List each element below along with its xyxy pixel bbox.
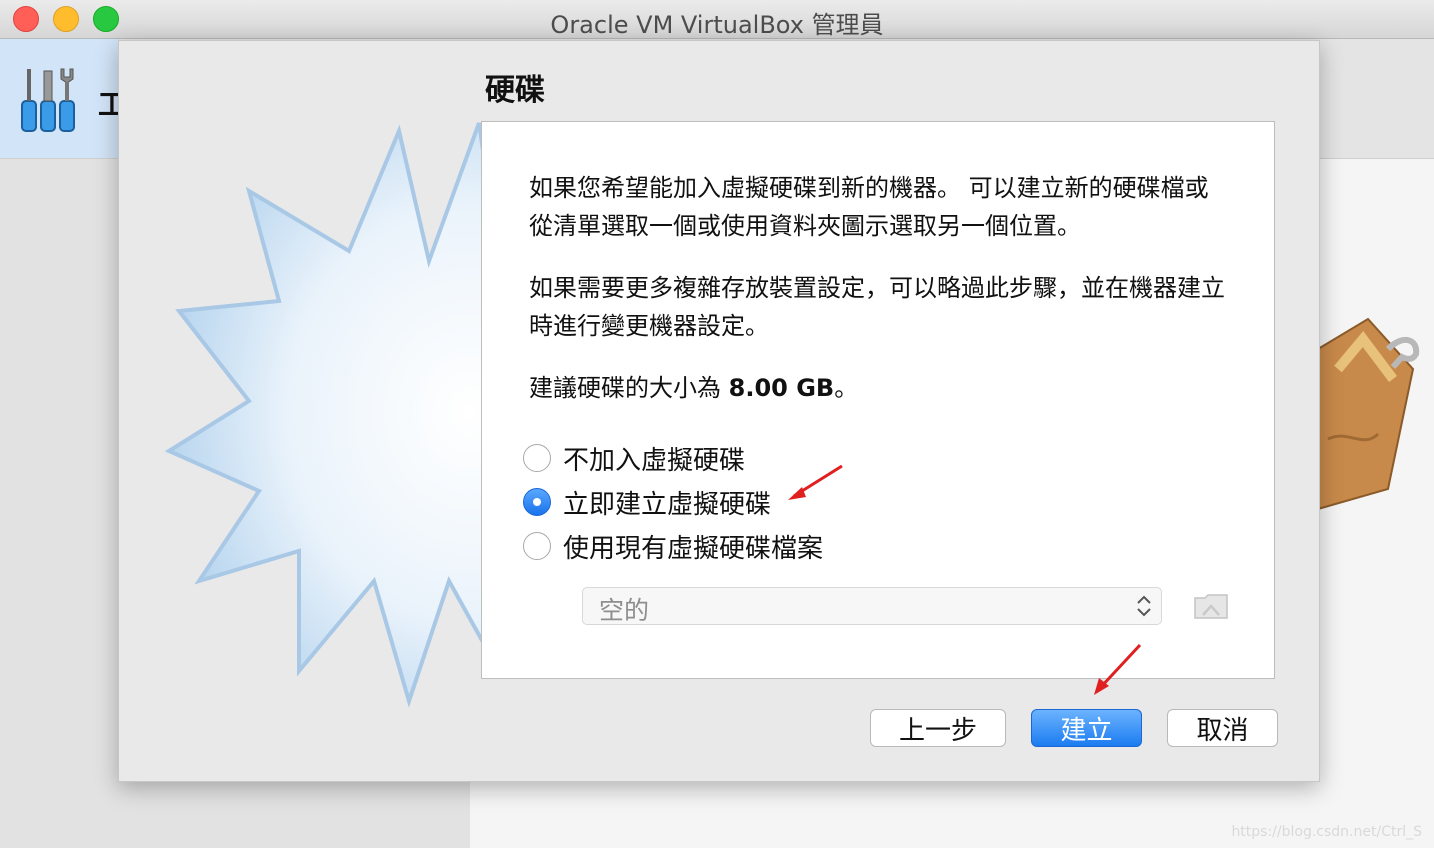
- window-title: Oracle VM VirtualBox 管理員: [550, 11, 884, 39]
- recommended-size-prefix: 建議硬碟的大小為: [529, 374, 729, 402]
- recommended-size-suffix: 。: [834, 374, 859, 402]
- toolbox-illustration: [1317, 317, 1420, 511]
- tools-sidebar-item[interactable]: 工: [0, 39, 126, 158]
- intro-paragraph: 如果您希望能加入虛擬硬碟到新的機器。 可以建立新的硬碟檔或從清單選取一個或使用資…: [529, 174, 1209, 240]
- tools-icon: [21, 68, 75, 132]
- choose-file-folder-icon[interactable]: [1193, 590, 1229, 624]
- option-create-disk[interactable]: 立即建立虛擬硬碟: [523, 484, 771, 520]
- radio-button-selected[interactable]: [523, 488, 551, 516]
- chevron-up-down-icon: [1137, 595, 1151, 617]
- dialog-title: 硬碟: [485, 73, 545, 108]
- annotation-arrow-icon: [1094, 643, 1142, 695]
- watermark: https://blog.csdn.net/Ctrl_S: [1231, 824, 1422, 840]
- back-button[interactable]: 上一步: [870, 709, 1006, 747]
- radio-button[interactable]: [523, 444, 551, 472]
- option-label: 立即建立虛擬硬碟: [563, 489, 772, 520]
- cancel-button[interactable]: 取消: [1167, 709, 1278, 747]
- window-titlebar: Oracle VM VirtualBox 管理員: [0, 0, 1434, 39]
- annotation-arrow-icon: [788, 464, 843, 500]
- option-no-disk[interactable]: 不加入虛擬硬碟: [523, 440, 745, 476]
- option-label: 使用現有虛擬硬碟檔案: [563, 533, 824, 564]
- advanced-note-paragraph: 如果需要更多複雜存放裝置設定，可以略過此步驟，並在機器建立時進行變更機器設定。: [529, 274, 1225, 340]
- select-value: 空的: [599, 596, 650, 625]
- recommended-size-text: 建議硬碟的大小為 8.00 GB。: [529, 369, 1229, 407]
- option-use-existing[interactable]: 使用現有虛擬硬碟檔案: [523, 528, 823, 564]
- radio-button[interactable]: [523, 532, 551, 560]
- create-button[interactable]: 建立: [1031, 709, 1142, 747]
- existing-disk-select[interactable]: 空的: [582, 587, 1162, 625]
- option-label: 不加入虛擬硬碟: [563, 445, 746, 476]
- dialog-content-panel: 如果您希望能加入虛擬硬碟到新的機器。 可以建立新的硬碟檔或從清單選取一個或使用資…: [481, 121, 1275, 679]
- recommended-size-value: 8.00 GB: [728, 374, 835, 402]
